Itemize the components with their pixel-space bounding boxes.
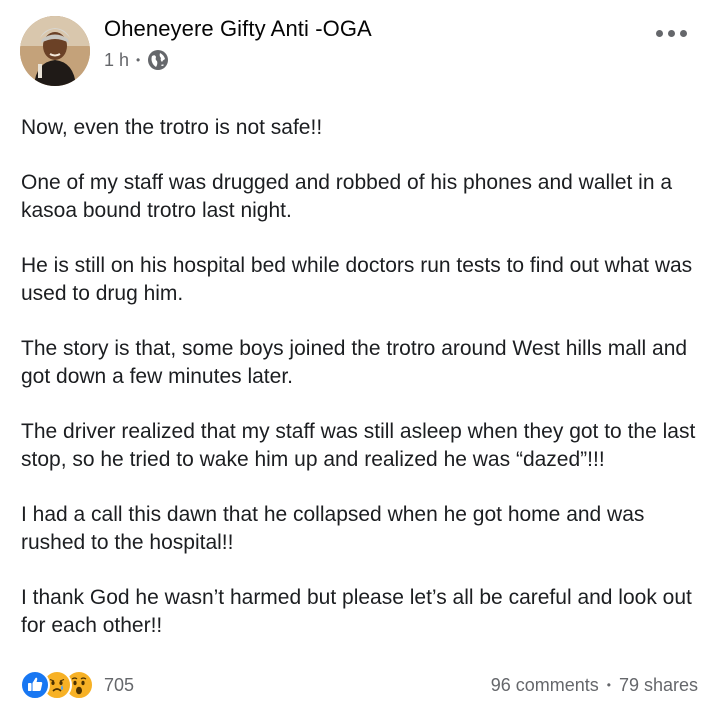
- post-time[interactable]: 1 h: [104, 50, 129, 71]
- more-options-icon[interactable]: [656, 26, 692, 40]
- engagement-counts: 96 comments • 79 shares: [491, 672, 698, 698]
- author-name[interactable]: Oheneyere Gifty Anti -OGA: [104, 16, 372, 42]
- post-paragraph: The driver realized that my staff was st…: [21, 420, 696, 471]
- post-paragraph: The story is that, some boys joined the …: [21, 337, 688, 388]
- post-meta: 1 h •: [104, 48, 169, 72]
- globe-icon[interactable]: [147, 49, 169, 71]
- post-paragraph: I had a call this dawn that he collapsed…: [21, 503, 645, 554]
- post-content: Now, even the trotro is not safe!! One o…: [21, 114, 701, 640]
- counts-separator: •: [606, 678, 611, 692]
- reaction-count: 705: [104, 674, 135, 695]
- post-paragraph: One of my staff was drugged and robbed o…: [21, 171, 673, 222]
- facebook-post: Oheneyere Gifty Anti -OGA 1 h • Now, eve…: [0, 0, 720, 715]
- post-paragraph: I thank God he wasn’t harmed but please …: [21, 586, 692, 637]
- shares-count[interactable]: 79 shares: [619, 675, 698, 696]
- reaction-summary[interactable]: 705: [20, 670, 134, 700]
- post-paragraph: Now, even the trotro is not safe!!: [21, 116, 323, 139]
- meta-separator: •: [136, 53, 141, 67]
- post-paragraph: He is still on his hospital bed while do…: [21, 254, 693, 305]
- like-icon: [20, 670, 50, 700]
- comments-count[interactable]: 96 comments: [491, 675, 599, 696]
- author-avatar[interactable]: [20, 16, 90, 86]
